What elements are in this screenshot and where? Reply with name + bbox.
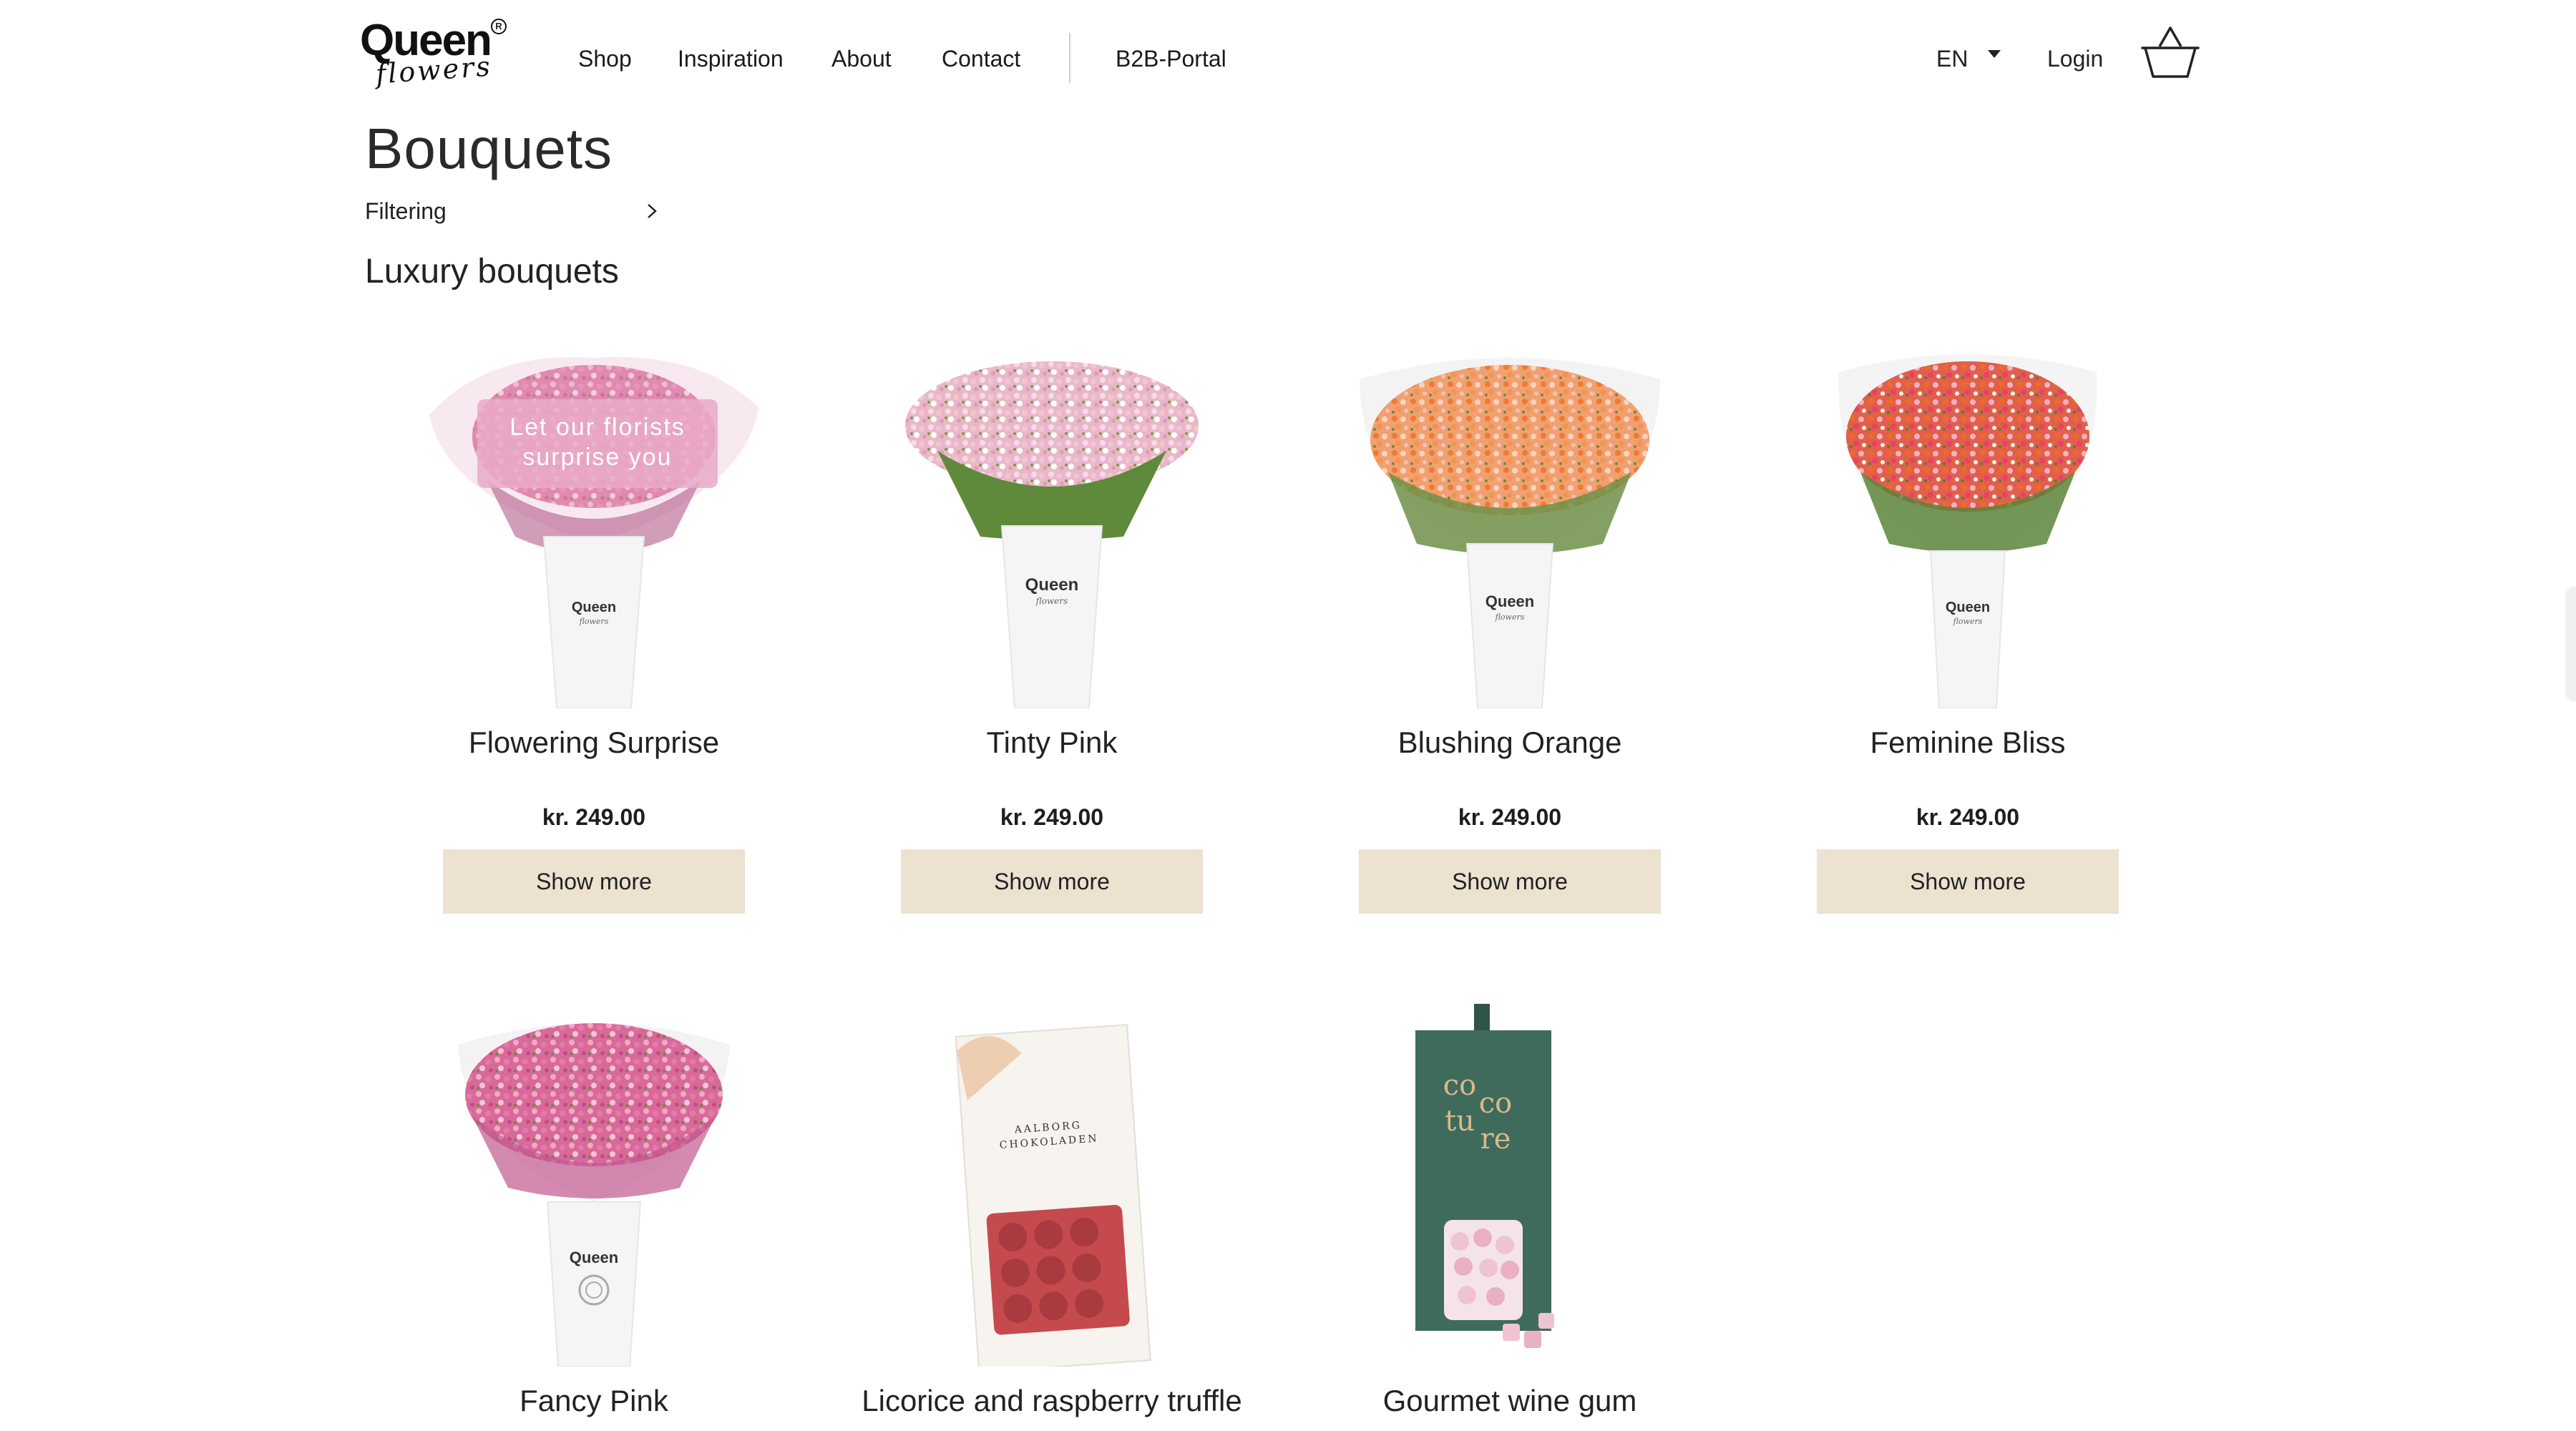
product-price: kr. 249.00	[1916, 804, 2020, 830]
packaging-text-3: tu	[1445, 1105, 1475, 1138]
svg-text:flowers: flowers	[1953, 617, 1983, 626]
nav-about[interactable]: About	[831, 43, 892, 74]
site-header: Queen R flowers Shop Inspiration About C…	[0, 0, 2576, 107]
nav-contact[interactable]: Contact	[942, 43, 1020, 74]
product-name[interactable]: Blushing Orange	[1317, 723, 1703, 763]
product-price: kr. 249.00	[1458, 804, 1562, 830]
section-title: Luxury bouquets	[365, 253, 619, 290]
product-price: kr. 249.00	[542, 804, 646, 830]
page-title: Bouquets	[365, 117, 613, 180]
nav-inspiration[interactable]: Inspiration	[678, 43, 784, 74]
svg-text:flowers: flowers	[579, 617, 609, 626]
bouquet-image[interactable]: Queen	[401, 987, 787, 1367]
show-more-button[interactable]: Show more	[1359, 849, 1661, 914]
registered-mark: R	[491, 19, 507, 34]
product-price: kr. 249.00	[1000, 804, 1104, 830]
nav-b2b-portal[interactable]: B2B-Portal	[1116, 43, 1226, 74]
side-panel-handle[interactable]	[2567, 587, 2576, 701]
bouquet-image[interactable]: Queen flowers	[1775, 329, 2161, 708]
packaging-text-4: re	[1480, 1123, 1511, 1156]
badge-line-2: surprise you	[522, 444, 673, 471]
queen-flowers-logo[interactable]: Queen R flowers	[360, 16, 510, 94]
filtering-label: Filtering	[365, 198, 447, 224]
show-more-button[interactable]: Show more	[901, 849, 1203, 914]
bouquet-image[interactable]: Queen flowers	[401, 329, 787, 708]
nav-divider	[1069, 33, 1070, 83]
svg-text:Queen: Queen	[1485, 592, 1534, 610]
wine-gum-box-image[interactable]: co co tu re	[1317, 987, 1703, 1367]
product-name[interactable]: Flowering Surprise	[401, 723, 787, 763]
product-name[interactable]: Gourmet wine gum	[1317, 1381, 1703, 1421]
login-link[interactable]: Login	[2047, 43, 2103, 74]
chocolate-box-image[interactable]: AALBORG CHOKOLADEN	[859, 987, 1245, 1367]
basket-icon[interactable]	[2141, 25, 2200, 79]
show-more-button[interactable]: Show more	[1817, 849, 2119, 914]
svg-text:flowers: flowers	[1035, 596, 1068, 606]
product-name[interactable]: Fancy Pink	[401, 1381, 787, 1421]
packaging-text-2: co	[1479, 1087, 1512, 1120]
svg-text:Queen: Queen	[1025, 575, 1079, 595]
surprise-badge: Let our florists surprise you	[477, 399, 718, 488]
svg-text:Queen: Queen	[572, 600, 616, 615]
language-selector[interactable]: EN	[1936, 43, 1968, 74]
filtering-toggle[interactable]: Filtering	[365, 195, 665, 228]
show-more-button[interactable]: Show more	[443, 849, 745, 914]
bouquet-image[interactable]: Queen flowers	[1317, 329, 1703, 708]
product-name[interactable]: Tinty Pink	[859, 723, 1245, 763]
chevron-right-icon	[648, 204, 657, 218]
bouquet-image[interactable]: Queen flowers	[859, 329, 1245, 708]
product-name[interactable]: Licorice and raspberry truffle	[859, 1381, 1245, 1421]
packaging-text-1: co	[1443, 1069, 1476, 1102]
svg-text:flowers: flowers	[1495, 612, 1525, 622]
badge-line-1: Let our florists	[509, 414, 686, 441]
svg-text:Queen: Queen	[1946, 600, 1990, 615]
nav-shop[interactable]: Shop	[578, 43, 632, 74]
product-name[interactable]: Feminine Bliss	[1775, 723, 2161, 763]
caret-down-icon[interactable]	[1988, 50, 2001, 58]
svg-text:Queen: Queen	[570, 1249, 618, 1266]
